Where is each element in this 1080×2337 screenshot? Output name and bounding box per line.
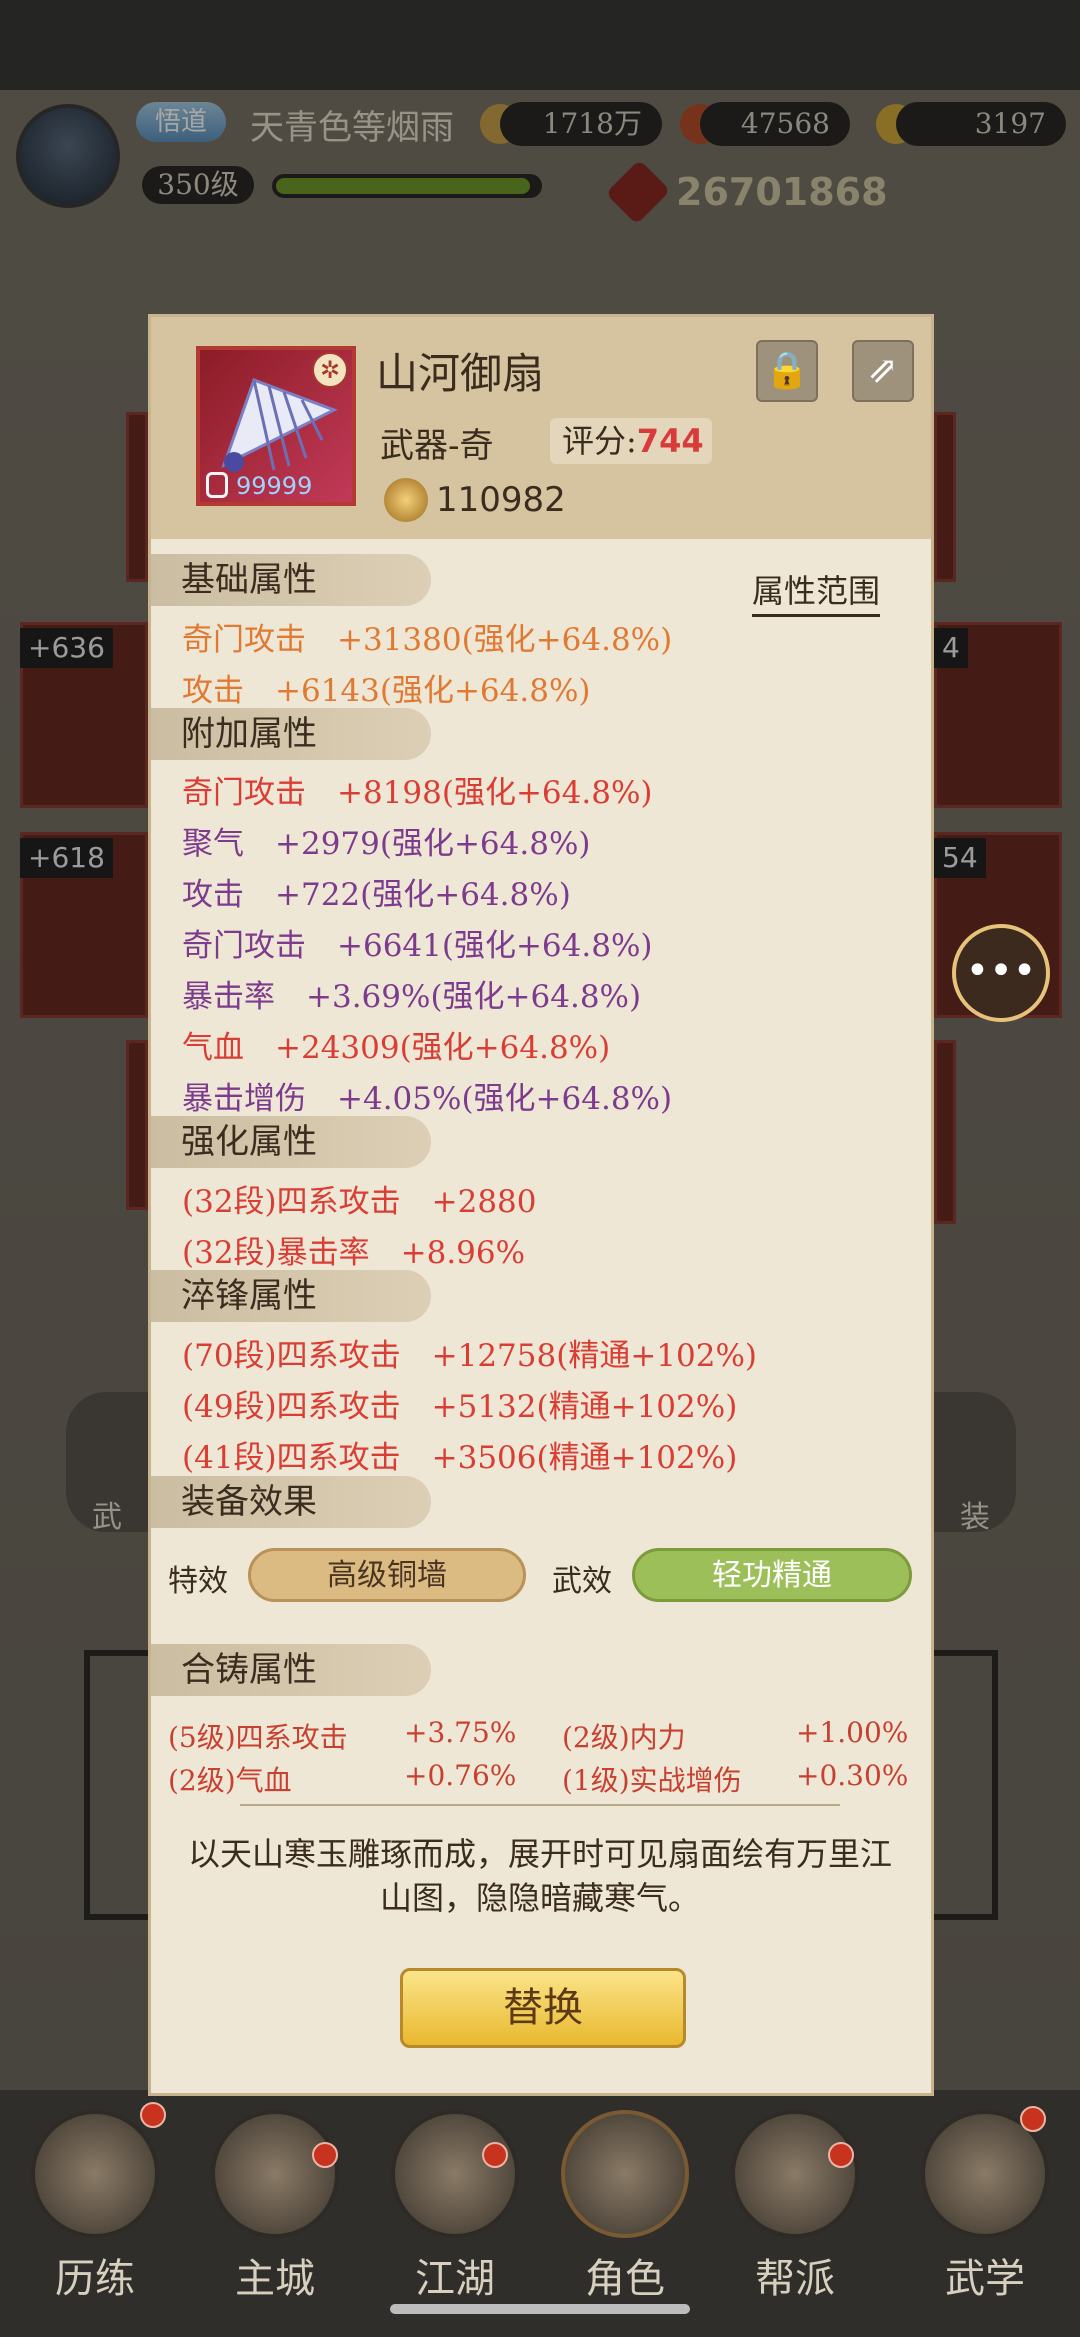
base-attr-1: 奇门攻击 +31380(强化+64.8%) (182, 622, 673, 658)
extra-attr-7: 暴击增伤 +4.05%(强化+64.8%) (182, 1081, 673, 1117)
notification-dot (828, 2142, 854, 2168)
item-description: 以天山寒玉雕琢而成，展开时可见扇面绘有万里江山图，隐隐暗藏寒气。 (187, 1835, 892, 1917)
forge-attr-value: +0.76% (404, 1759, 517, 1792)
nav-label: 历练 (55, 2256, 135, 2302)
nav-label: 武学 (945, 2256, 1025, 2302)
home-indicator (390, 2304, 690, 2314)
enhance-attr-1: (32段)四系攻击 +2880 (182, 1184, 537, 1220)
martial-effect-button[interactable]: 轻功精通 (632, 1548, 912, 1602)
divider (240, 1804, 840, 1806)
notification-dot (312, 2142, 338, 2168)
nav-label: 角色 (585, 2256, 665, 2302)
nav-training-icon (31, 2110, 159, 2238)
score-box: 评分:744 (550, 418, 712, 464)
section-effect: 装备效果 (151, 1476, 431, 1528)
section-enhance: 强化属性 (151, 1116, 431, 1168)
martial-effect-label: 武效 (552, 1564, 612, 1599)
forge-attr-value: +1.00% (796, 1716, 909, 1749)
special-effect-button[interactable]: 高级铜墙 (248, 1548, 526, 1602)
share-button[interactable]: ⇗ (852, 340, 914, 402)
chat-bubble-icon[interactable]: ••• (952, 924, 1050, 1022)
nav-label: 帮派 (755, 2256, 835, 2302)
item-type: 武器-奇 (380, 426, 494, 466)
forge-attr-value: +0.30% (796, 1759, 909, 1792)
forge-attr-name: (2级)气血 (168, 1764, 292, 1797)
section-temper: 淬锋属性 (151, 1270, 431, 1322)
temper-attr-1: (70段)四系攻击 +12758(精通+102%) (182, 1338, 758, 1374)
notification-dot (1020, 2106, 1046, 2132)
item-level: 99999 (236, 472, 313, 500)
fan-icon (221, 378, 338, 472)
score-label: 评分: (562, 422, 637, 460)
coin-icon (384, 478, 428, 522)
replace-button[interactable]: 替换 (400, 1968, 686, 2048)
extra-attr-6: 气血 +24309(强化+64.8%) (182, 1030, 611, 1066)
attribute-range-link[interactable]: 属性范围 (752, 566, 881, 617)
nav-character[interactable]: 角色 (550, 2110, 700, 2304)
temper-attr-3: (41段)四系攻击 +3506(精通+102%) (182, 1440, 738, 1476)
nav-main-city-icon (211, 2110, 339, 2238)
nav-guild[interactable]: 帮派 (720, 2110, 870, 2304)
item-name: 山河御扇 (376, 349, 545, 398)
nav-jianghu[interactable]: 江湖 (380, 2110, 530, 2304)
bottom-nav: 历练 主城 江湖 角色 帮派 武学 (0, 2100, 1080, 2337)
forge-attr-name: (2级)内力 (562, 1721, 686, 1754)
section-forge: 合铸属性 (151, 1644, 431, 1696)
special-effect-label: 特效 (168, 1564, 228, 1599)
forge-attr-value: +3.75% (404, 1716, 517, 1749)
nav-martial-arts[interactable]: 武学 (910, 2110, 1060, 2304)
score-value: 744 (636, 422, 704, 460)
forge-attr-name: (1级)实战增伤 (562, 1764, 742, 1797)
extra-attr-1: 奇门攻击 +8198(强化+64.8%) (182, 775, 653, 811)
temper-attr-2: (49段)四系攻击 +5132(精通+102%) (182, 1389, 738, 1425)
enhance-attr-2: (32段)暴击率 +8.96% (182, 1235, 526, 1271)
extra-attr-4: 奇门攻击 +6641(强化+64.8%) (182, 928, 653, 964)
star-icon: ✲ (312, 352, 348, 388)
lock-icon (206, 472, 228, 498)
base-attr-2: 攻击 +6143(强化+64.8%) (182, 673, 591, 709)
nav-label: 主城 (235, 2256, 315, 2302)
section-extra: 附加属性 (151, 708, 431, 760)
lock-button[interactable]: 🔒 (756, 340, 818, 402)
extra-attr-3: 攻击 +722(强化+64.8%) (182, 877, 571, 913)
nav-label: 江湖 (415, 2256, 495, 2302)
nav-guild-icon (731, 2110, 859, 2238)
section-base: 基础属性 (151, 554, 431, 606)
forge-attr-name: (5级)四系攻击 (168, 1721, 348, 1754)
extra-attr-5: 暴击率 +3.69%(强化+64.8%) (182, 979, 642, 1015)
item-price: 110982 (436, 480, 566, 520)
nav-main-city[interactable]: 主城 (200, 2110, 350, 2304)
nav-training[interactable]: 历练 (20, 2110, 170, 2304)
extra-attr-2: 聚气 +2979(强化+64.8%) (182, 826, 591, 862)
nav-character-icon (561, 2110, 689, 2238)
nav-jianghu-icon (391, 2110, 519, 2238)
notification-dot (140, 2102, 166, 2128)
notification-dot (482, 2142, 508, 2168)
